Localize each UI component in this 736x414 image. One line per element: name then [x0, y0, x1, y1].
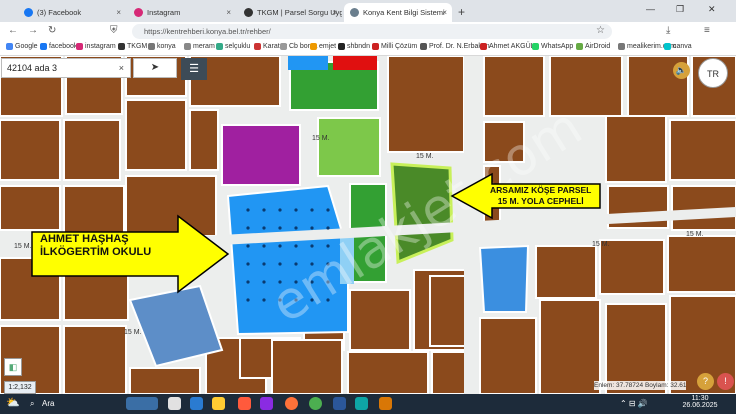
- tab-facebook[interactable]: (3) Facebook ×: [18, 3, 126, 22]
- bookmark-item[interactable]: canva: [664, 43, 692, 50]
- bookmark-item[interactable]: facebook: [40, 43, 77, 50]
- tr-logo-icon: TR: [698, 58, 728, 88]
- close-icon[interactable]: ×: [442, 8, 447, 17]
- bookmark-icon: [576, 43, 583, 50]
- layers-menu-button[interactable]: ☰: [181, 58, 207, 80]
- coordinate-readout: Enlem: 37.78724 Boylam: 32.61500: [594, 381, 686, 390]
- bookmark-icon: [338, 43, 345, 50]
- app-icon[interactable]: [355, 397, 368, 410]
- bookmark-icon: [6, 43, 13, 50]
- location-pin-icon: [244, 8, 253, 17]
- chat-icon[interactable]: ?: [697, 373, 714, 390]
- bookmark-icon: [310, 43, 317, 50]
- bookmark-icon: [664, 43, 671, 50]
- globe-icon: [350, 8, 359, 17]
- bookmark-item[interactable]: AirDroid: [576, 43, 610, 50]
- bookmark-item[interactable]: meram: [184, 43, 215, 50]
- explorer-icon[interactable]: [212, 397, 225, 410]
- address-toolbar: ← → ↻ ⛨ https://kentrehberi.konya.bel.tr…: [0, 22, 736, 41]
- feedback-icon[interactable]: !: [717, 373, 734, 390]
- tab-konya-kent[interactable]: Konya Kent Bilgi Sistemi ×: [344, 3, 452, 22]
- close-icon[interactable]: ×: [116, 8, 121, 17]
- close-icon[interactable]: ×: [226, 8, 231, 17]
- minimize-icon[interactable]: —: [646, 4, 655, 14]
- taskbar-search[interactable]: Ara: [42, 399, 54, 408]
- task-view-icon[interactable]: [168, 397, 181, 410]
- bookmark-icon: [254, 43, 261, 50]
- locate-button[interactable]: ➤: [133, 58, 177, 78]
- bookmark-icon: [618, 43, 625, 50]
- facebook-icon: [24, 8, 33, 17]
- bookmark-icon: [280, 43, 287, 50]
- callout-arrows: [31, 172, 601, 294]
- bookmark-icon: [532, 43, 539, 50]
- url-field[interactable]: https://kentrehberi.konya.bel.tr/rehber/: [132, 24, 612, 39]
- bookmark-item[interactable]: WhatsApp: [532, 43, 573, 50]
- taskbar: ⛅ ⌕ Ara ⌃ ⊟ 🔊 11:30 26.06.2025: [0, 394, 736, 414]
- instagram-icon: [134, 8, 143, 17]
- parcel-callout: ARSAMIZ KÖŞE PARSEL 15 M. YOLA CEPHELİ: [490, 185, 592, 206]
- bookmark-item[interactable]: Google: [6, 43, 38, 50]
- word-icon[interactable]: [333, 397, 346, 410]
- reload-icon[interactable]: ↻: [48, 25, 56, 36]
- clear-icon[interactable]: ×: [119, 63, 124, 73]
- bookmark-item[interactable]: emjet: [310, 43, 336, 50]
- bookmark-icon: [40, 43, 47, 50]
- close-icon[interactable]: ×: [332, 8, 337, 17]
- app-icon[interactable]: [190, 397, 203, 410]
- map-canvas[interactable]: 15 M. 15 M. 15 M. 15 M. 15 M. 15 M. emlakjet.…: [0, 56, 736, 394]
- search-input[interactable]: 42104 ada 3 ×: [1, 58, 131, 78]
- bookmark-item[interactable]: shbndn: [338, 43, 370, 50]
- app-icon[interactable]: [379, 397, 392, 410]
- bookmark-icon: [372, 43, 379, 50]
- bookmark-item[interactable]: Milli Çözüm: [372, 43, 417, 50]
- bookmark-icon: [148, 43, 155, 50]
- search-icon[interactable]: ⌕: [30, 399, 34, 409]
- clock[interactable]: 11:30 26.06.2025: [680, 395, 720, 409]
- tray-icons[interactable]: ⌃ ⊟ 🔊: [620, 399, 648, 408]
- chrome-icon[interactable]: [309, 397, 322, 410]
- shield-icon[interactable]: ⛨: [110, 25, 118, 36]
- star-icon[interactable]: ☆: [596, 25, 605, 36]
- search-highlight-icon[interactable]: [126, 397, 158, 410]
- tab-instagram[interactable]: Instagram ×: [128, 3, 236, 22]
- bookmark-icon: [480, 43, 487, 50]
- app-icon[interactable]: [260, 397, 273, 410]
- tab-tkgm[interactable]: TKGM | Parsel Sorgu Uygulamas×: [238, 3, 342, 22]
- basemap-icon[interactable]: ◧: [4, 358, 22, 376]
- bookmark-item[interactable]: Ahmet AKGÜL: [480, 43, 535, 50]
- bookmark-icon: [76, 43, 83, 50]
- bookmark-icon: [216, 43, 223, 50]
- tab-bar: (3) Facebook × Instagram × TKGM | Parsel S…: [0, 0, 736, 22]
- bookmark-item[interactable]: selçuklu: [216, 43, 250, 50]
- scale-label: 1:2,132: [4, 381, 36, 394]
- bookmark-item[interactable]: konya: [148, 43, 176, 50]
- new-tab-button[interactable]: +: [458, 5, 465, 19]
- school-callout: AHMET HAŞHAŞ İLKÖGERTİM OKULU: [40, 233, 152, 258]
- firefox-icon[interactable]: [285, 397, 298, 410]
- app-icon[interactable]: [238, 397, 251, 410]
- bookmark-item[interactable]: instagram: [76, 43, 116, 50]
- bookmark-icon: [420, 43, 427, 50]
- menu-icon[interactable]: ≡: [704, 25, 710, 36]
- weather-icon[interactable]: ⛅: [6, 396, 20, 409]
- back-icon[interactable]: ←: [8, 25, 18, 36]
- download-icon[interactable]: ⤓: [666, 25, 670, 36]
- bookmark-icon: [184, 43, 191, 50]
- bookmarks-bar: Google facebook instagram TKGM konya meram sel…: [0, 41, 736, 56]
- bookmark-icon: [118, 43, 125, 50]
- restore-icon[interactable]: ❐: [676, 4, 684, 15]
- forward-icon[interactable]: →: [28, 25, 38, 36]
- close-window-icon[interactable]: ✕: [708, 4, 716, 15]
- audio-icon[interactable]: 🔈: [673, 62, 690, 79]
- bookmark-item[interactable]: TKGM: [118, 43, 147, 50]
